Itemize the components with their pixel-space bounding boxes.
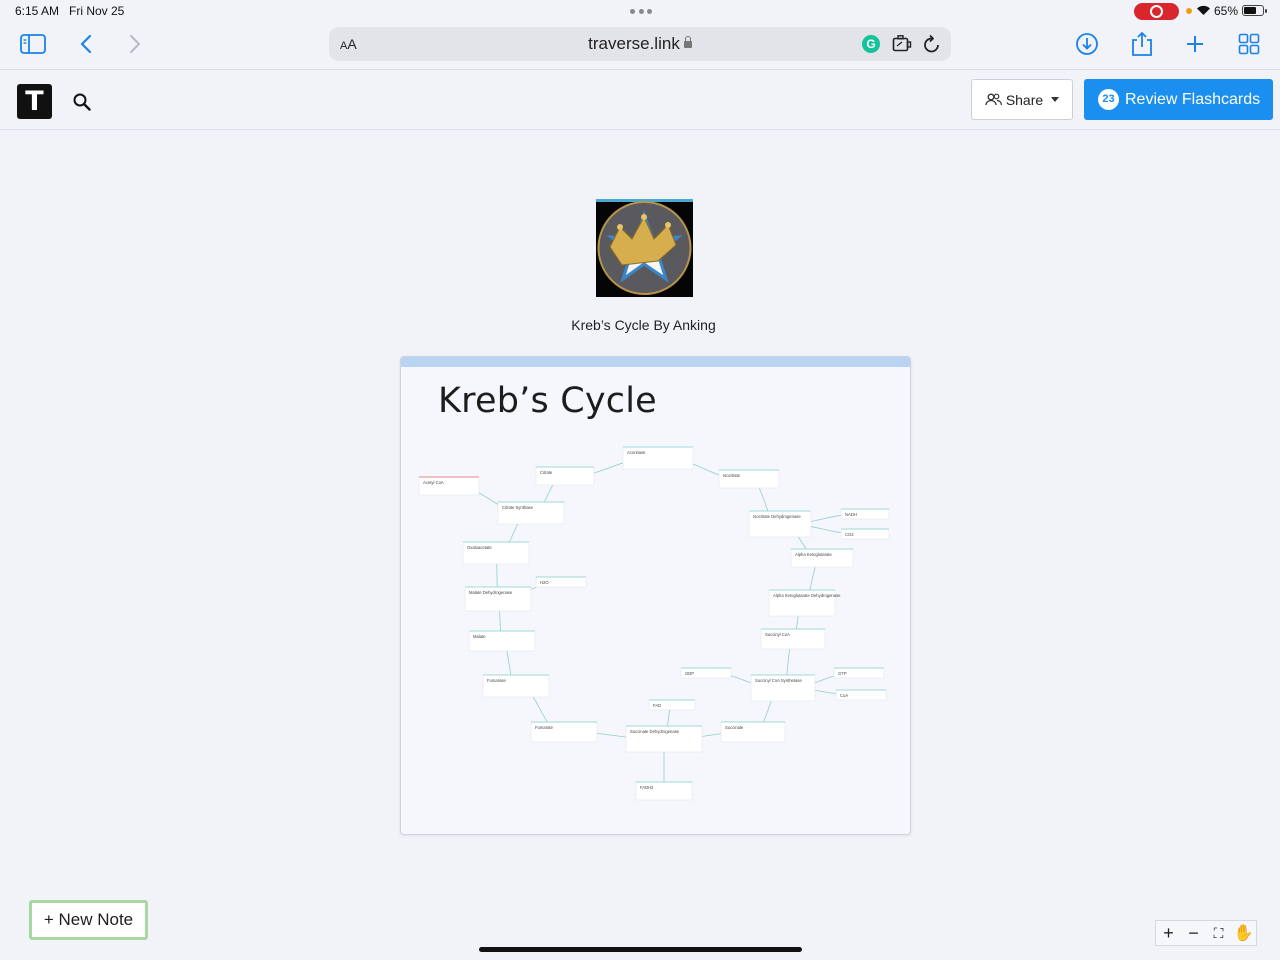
fit-screen-button[interactable]: ⛶ [1208, 925, 1230, 942]
share-label: Share [1005, 91, 1044, 108]
map-node[interactable]: Isocitrate Dehydrogenase [748, 510, 812, 538]
url-text[interactable]: traverse.link [329, 34, 951, 54]
back-icon[interactable] [73, 31, 99, 57]
map-node[interactable]: GDP [680, 667, 732, 679]
battery-icon [1242, 5, 1267, 16]
map-node[interactable]: Fumarase [482, 674, 550, 698]
map-node[interactable]: CO2 [840, 528, 890, 540]
share-button[interactable]: Share [971, 79, 1073, 120]
sidebar-icon[interactable] [20, 31, 46, 57]
traverse-logo[interactable]: T [17, 84, 52, 119]
wifi-icon [1197, 5, 1210, 15]
reload-icon[interactable] [923, 34, 941, 54]
forward-icon[interactable] [122, 31, 148, 57]
map-node-label: Acetyl CoA [423, 480, 444, 485]
map-node-label: Oxaloacetate [467, 545, 492, 550]
map-node[interactable]: Citrate Synthase [497, 501, 565, 525]
pan-hand-button[interactable]: ✋ [1233, 923, 1255, 943]
map-node[interactable]: Fumarate [530, 721, 598, 743]
zoom-controls: + − ⛶ ✋ [1155, 920, 1257, 946]
mic-indicator-icon [1186, 8, 1192, 14]
download-icon[interactable] [1074, 31, 1100, 57]
canvas-card[interactable]: Kreb’s Cycle Aconitase Citrate Isocitrate A… [400, 356, 911, 835]
zoom-in-button[interactable]: + [1158, 923, 1180, 944]
status-date: Fri Nov 25 [69, 4, 125, 18]
map-node-label: H2O [540, 580, 549, 585]
browser-toolbar: AA traverse.link G [0, 22, 1280, 70]
map-node-label: Citrate [540, 470, 553, 475]
map-node-label: Succinate [725, 725, 744, 730]
map-node-label: GTP [838, 671, 847, 676]
map-node-label: FADH2 [640, 785, 654, 790]
map-node[interactable]: Alpha Ketoglutarate [790, 548, 854, 568]
map-node-label: CO2 [845, 532, 854, 537]
zoom-out-button[interactable]: − [1183, 923, 1205, 944]
review-flashcards-label: Review Flashcards [1125, 90, 1261, 108]
share-icon[interactable] [1129, 31, 1155, 57]
address-bar[interactable]: AA traverse.link G [329, 27, 951, 61]
map-node-label: Isocitrate Dehydrogenase [753, 514, 801, 519]
map-node-label: Aconitase [627, 450, 646, 455]
map-node-label: Malate [473, 634, 486, 639]
map-node-label: Citrate Synthase [502, 505, 534, 510]
map-node[interactable]: NADH [840, 508, 890, 520]
map-node-label: GDP [685, 671, 694, 676]
map-node[interactable]: Succinate Dehydrogenase [625, 725, 703, 753]
map-node[interactable]: CoA [835, 689, 887, 701]
map-node-label: FAD [653, 703, 661, 708]
new-note-button[interactable]: + New Note [29, 900, 148, 940]
map-node[interactable]: Succinate [720, 721, 786, 743]
map-node[interactable]: FADH2 [635, 781, 693, 801]
lock-icon [683, 36, 692, 48]
map-node-label: Fumarate [535, 725, 554, 730]
chevron-down-icon [1051, 97, 1060, 102]
map-node[interactable]: Isocitrate [718, 469, 780, 489]
project-title: Kreb’s Cycle By Anking [571, 317, 716, 333]
map-node[interactable]: Succinyl CoA [760, 628, 826, 650]
grammarly-icon[interactable]: G [862, 35, 880, 53]
map-node[interactable]: H2O [535, 576, 587, 588]
map-node[interactable]: GTP [833, 667, 885, 679]
status-time: 6:15 AM [15, 4, 60, 18]
map-node[interactable]: Malate Dehydrogenase [464, 586, 532, 612]
map-node-label: Fumarase [487, 678, 507, 683]
map-node-label: NADH [845, 512, 857, 517]
multitasking-dots-icon[interactable] [630, 9, 652, 15]
concept-map[interactable]: Aconitase Citrate Isocitrate Acetyl CoA Citr… [401, 357, 911, 835]
map-node[interactable]: FAD [648, 699, 696, 711]
project-avatar-image[interactable] [596, 199, 693, 297]
map-node-label: Malate Dehydrogenase [469, 590, 513, 595]
map-node[interactable]: Citrate [535, 466, 595, 486]
map-node-label: Alpha Ketoglutarate [795, 552, 832, 557]
map-node[interactable]: Acetyl CoA [418, 476, 480, 496]
home-indicator[interactable] [479, 947, 802, 952]
extension-icon[interactable] [892, 35, 912, 53]
map-node[interactable]: Malate [468, 630, 536, 652]
map-node[interactable]: Alpha Ketoglutarate Dehydrogenase [768, 589, 841, 617]
screen-recording-icon[interactable] [1134, 3, 1179, 20]
tabs-overview-icon[interactable] [1236, 31, 1262, 57]
review-flashcards-button[interactable]: 23 Review Flashcards [1084, 79, 1273, 120]
status-bar: 6:15 AM Fri Nov 25 65% [0, 0, 1280, 22]
map-node-label: Alpha Ketoglutarate Dehydrogenase [773, 593, 841, 598]
map-node-label: Succinyl CoA [765, 632, 790, 637]
map-node-label: Isocitrate [723, 473, 741, 478]
app-header: T Share 23 Review Flashcards [0, 71, 1280, 130]
map-node-label: Succinate Dehydrogenase [630, 729, 680, 734]
new-tab-icon[interactable] [1182, 31, 1208, 57]
map-node-label: Succinyl CoA Synthetase [755, 678, 802, 683]
map-node[interactable]: Oxaloacetate [462, 541, 530, 565]
search-icon[interactable] [71, 91, 93, 113]
map-node-label: CoA [840, 693, 848, 698]
battery-percent: 65% [1214, 4, 1239, 18]
people-icon [985, 93, 1002, 106]
map-node[interactable]: Aconitase [622, 446, 694, 470]
map-node[interactable]: Succinyl CoA Synthetase [750, 674, 816, 702]
flashcard-count-badge: 23 [1098, 89, 1119, 110]
